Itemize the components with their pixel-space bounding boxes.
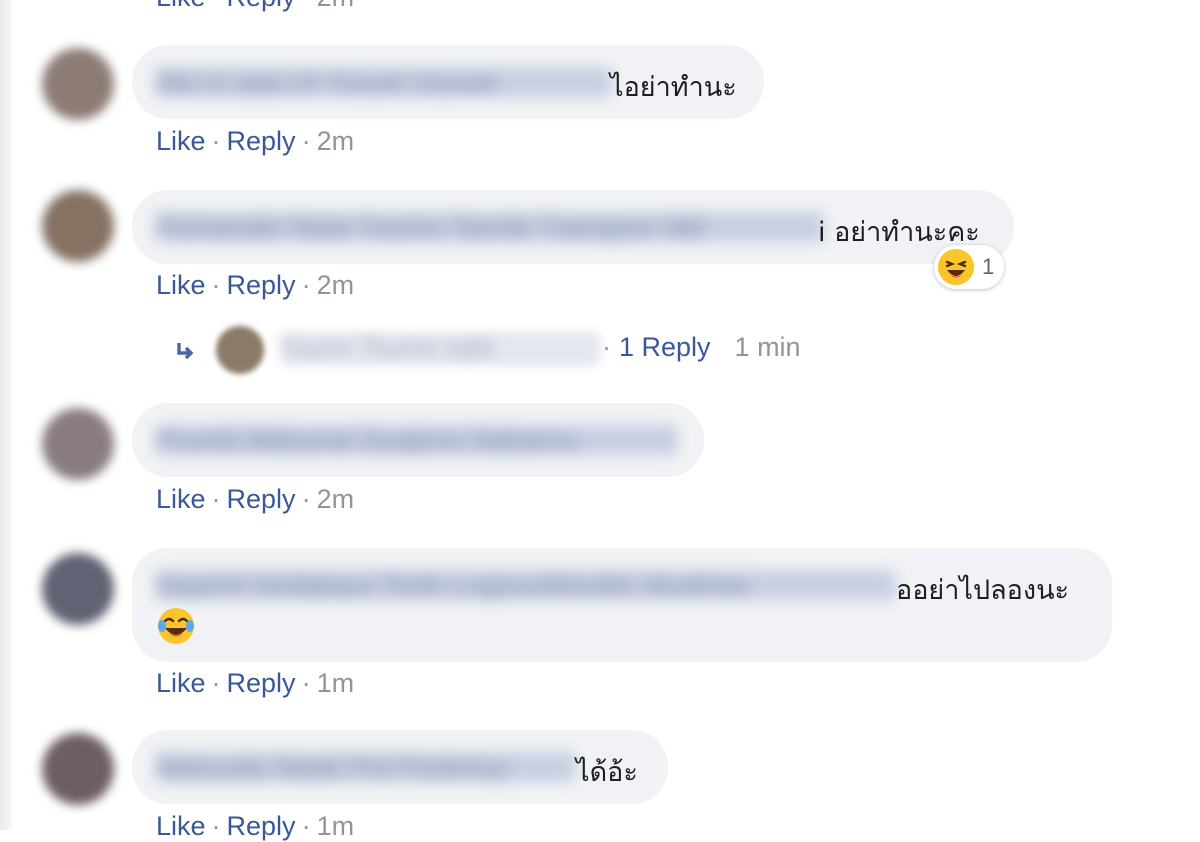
comment-bubble: Ma ru aaa ch Yusuk Usuwa ไอย่าทำนะ	[132, 45, 764, 119]
avatar[interactable]	[42, 408, 114, 480]
reply-link[interactable]: Reply	[227, 484, 296, 514]
comment-bubble: Naamh Nuilabaut Tkrth Lngssuthhuthk Xkut…	[132, 548, 1112, 662]
author-name-blurred[interactable]: Pomanakr Nata Yusmo Tasnle Tuangsor Nkl	[156, 212, 824, 243]
comment-actions: Like · Reply · 2m	[156, 126, 355, 156]
comment-time[interactable]: 1m	[317, 811, 355, 841]
like-link[interactable]: Like	[156, 811, 206, 841]
comment-actions: Like · Reply · 2m	[156, 484, 355, 514]
avatar[interactable]	[42, 48, 114, 120]
view-replies-row[interactable]: Yuunn Tsumo sqttt · 1 Reply 1 min	[170, 322, 870, 378]
reply-time: 1 min	[734, 332, 801, 362]
like-link[interactable]: Like	[156, 0, 206, 12]
replies-count[interactable]: 1 Reply	[619, 332, 711, 362]
reply-arrow-icon	[177, 343, 194, 360]
reply-link[interactable]: Reply	[227, 126, 296, 156]
comment-actions: Like · Reply · 1m	[156, 668, 355, 698]
separator: ·	[602, 332, 611, 362]
like-link[interactable]: Like	[156, 668, 206, 698]
avatar[interactable]	[42, 733, 114, 805]
comment-time[interactable]: 2m	[317, 484, 355, 514]
page-left-edge	[0, 0, 12, 830]
reply-link[interactable]: Reply	[227, 811, 296, 841]
reply-link[interactable]: Reply	[227, 668, 296, 698]
reply-author-blurred: Yuunn Tsumo sqttt	[280, 332, 600, 366]
comment-time[interactable]: 2m	[317, 270, 355, 300]
avatar[interactable]	[42, 190, 114, 262]
like-link[interactable]: Like	[156, 484, 206, 514]
reply-link[interactable]: Reply	[227, 0, 296, 12]
avatar[interactable]	[42, 553, 114, 625]
comment-actions: Like · Reply · 1m	[156, 811, 355, 841]
author-name-blurred[interactable]: Naamh Nuilabaut Tkrth Lngssuthhuthk Xkut…	[156, 570, 896, 601]
tears-of-joy-icon	[156, 606, 196, 646]
laughing-face-icon	[938, 249, 974, 285]
comment-text: ได้อ้ะ	[576, 757, 638, 788]
like-link[interactable]: Like	[156, 270, 206, 300]
comment-actions-partial: Like·Reply·2m	[156, 0, 354, 13]
reaction-summary[interactable]: 1	[934, 245, 1005, 289]
comment-bubble: Nasuudu Naak Pnt Fsntrnuy ได้อ้ะ	[132, 730, 668, 804]
comment-time[interactable]: 2m	[317, 126, 355, 156]
author-name-blurred[interactable]: Ma ru aaa ch Yusuk Usuwa	[156, 67, 612, 98]
author-name-blurred[interactable]: Nasuudu Naak Pnt Fsntrnuy	[156, 752, 576, 783]
reaction-count: 1	[982, 254, 995, 279]
comment-time[interactable]: 2m	[317, 0, 355, 12]
comment-bubble: Prumb Malusrat Suajiron Nakarnu	[132, 403, 704, 477]
comment-actions: Like · Reply · 2m	[156, 270, 355, 300]
replies-link[interactable]: · 1 Reply 1 min	[602, 332, 801, 363]
comment-text: ไอย่าทำนะ	[610, 72, 737, 103]
reply-link[interactable]: Reply	[227, 270, 296, 300]
comment-text: ออย่าไปลองนะ	[896, 575, 1070, 606]
comment-time[interactable]: 1m	[317, 668, 355, 698]
avatar	[216, 326, 264, 374]
comment-bubble: Pomanakr Nata Yusmo Tasnle Tuangsor Nkl …	[132, 190, 1014, 264]
like-link[interactable]: Like	[156, 126, 206, 156]
author-name-blurred[interactable]: Prumb Malusrat Suajiron Nakarnu	[156, 425, 678, 456]
